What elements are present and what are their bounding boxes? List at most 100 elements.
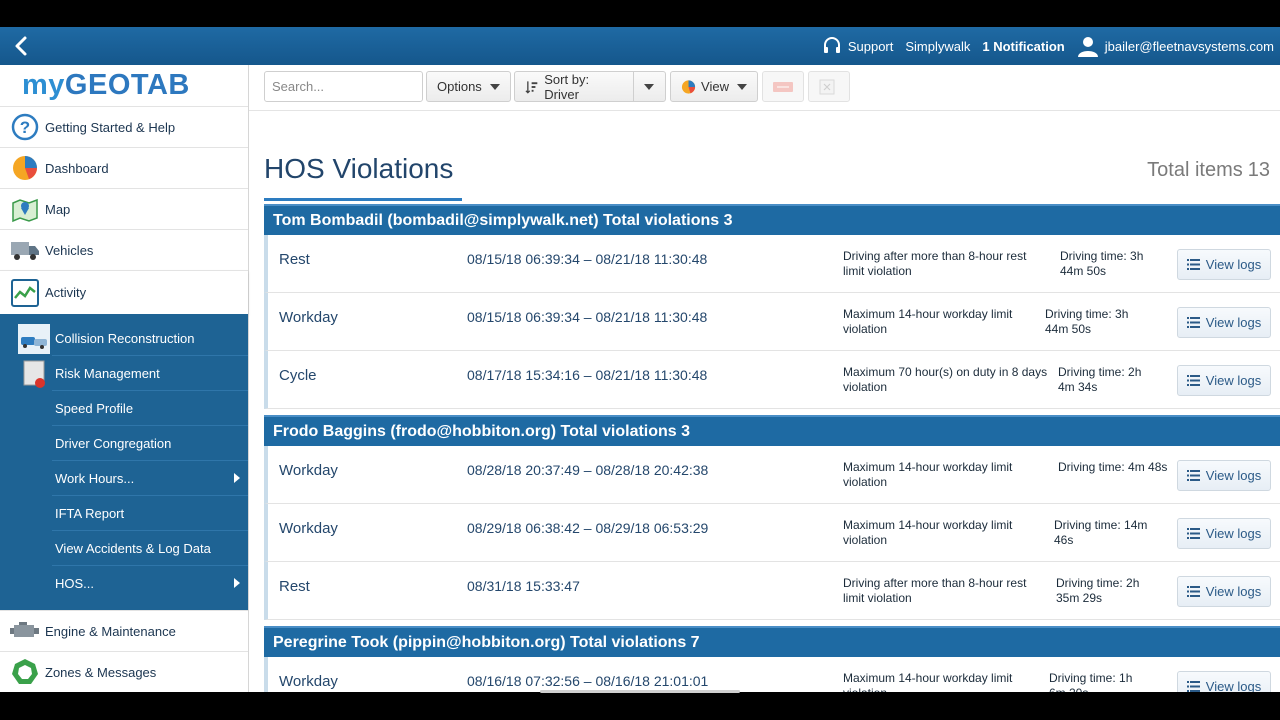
top-bar: Support Simplywalk 1 Notification jbaile… — [0, 27, 1280, 65]
view-logs-button[interactable]: View logs — [1177, 671, 1271, 692]
sort-icon — [525, 80, 538, 94]
submenu-item-work-hours[interactable]: Work Hours... — [0, 461, 248, 496]
view-logs-button[interactable]: View logs — [1177, 307, 1271, 338]
sidebar-item-map[interactable]: Map — [0, 188, 248, 229]
violation-type: Workday — [279, 309, 338, 326]
logo-geotab: GEOTAB — [64, 69, 190, 101]
list-icon — [1186, 681, 1200, 692]
submenu-item-speed-profile[interactable]: Speed Profile — [0, 391, 248, 426]
map-icon — [10, 194, 40, 224]
violation-row[interactable]: Workday 08/28/18 20:37:49 – 08/28/18 20:… — [264, 446, 1280, 504]
export-pdf-button[interactable] — [762, 71, 804, 102]
notifications-link[interactable]: 1 Notification — [982, 39, 1064, 54]
violation-dates: 08/17/18 15:34:16 – 08/21/18 11:30:48 — [467, 367, 708, 383]
top-right-menu: Support Simplywalk 1 Notification jbaile… — [810, 27, 1274, 65]
sidebar-item-label: Map — [45, 201, 71, 217]
sidebar-item-label: Getting Started & Help — [45, 119, 176, 135]
search-input[interactable] — [264, 71, 423, 102]
sidebar-item-label: Vehicles — [45, 242, 94, 258]
sidebar-item-label: Dashboard — [45, 160, 109, 176]
title-underline — [264, 198, 462, 201]
mygeotab-logo[interactable]: my GEOTAB — [0, 65, 248, 106]
violation-row[interactable]: Workday 08/29/18 06:38:42 – 08/29/18 06:… — [264, 504, 1280, 562]
sidebar-item-label: Engine & Maintenance — [45, 623, 176, 639]
list-icon — [1186, 375, 1200, 386]
app-window: Support Simplywalk 1 Notification jbaile… — [0, 27, 1280, 692]
list-icon — [1186, 528, 1200, 539]
list-icon — [1186, 470, 1200, 481]
view-label: View — [701, 79, 729, 94]
violation-type: Rest — [279, 578, 310, 595]
submenu-item-ifta-report[interactable]: IFTA Report — [0, 496, 248, 531]
submenu-item-label: Driver Congregation — [55, 436, 172, 451]
view-logs-label: View logs — [1205, 584, 1262, 599]
violation-description: Maximum 14-hour workday limit violation — [843, 307, 1013, 336]
chevron-right-icon — [234, 578, 240, 588]
submenu-item-label: HOS... — [55, 576, 95, 591]
database-link[interactable]: Simplywalk — [905, 39, 970, 54]
sidebar-item-dashboard[interactable]: Dashboard — [0, 147, 248, 188]
driver-group-title: Tom Bombadil (bombadil@simplywalk.net) T… — [273, 211, 733, 229]
sidebar-item-activity[interactable]: Activity — [0, 270, 248, 314]
violation-row[interactable]: Cycle 08/17/18 15:34:16 – 08/21/18 11:30… — [264, 351, 1280, 409]
options-button[interactable]: Options — [426, 71, 511, 102]
view-logs-button[interactable]: View logs — [1177, 576, 1271, 607]
svg-text:?: ? — [20, 118, 30, 137]
submenu-item-label: IFTA Report — [55, 506, 125, 521]
driving-time: Driving time: 3h 44m 50s — [1060, 249, 1144, 278]
view-logs-label: View logs — [1205, 526, 1262, 541]
driver-group-header[interactable]: Peregrine Took (pippin@hobbiton.org) Tot… — [264, 626, 1280, 657]
view-logs-button[interactable]: View logs — [1177, 460, 1271, 491]
violation-row[interactable]: Workday 08/16/18 07:32:56 – 08/16/18 21:… — [264, 657, 1280, 692]
sort-label: Sort by: Driver — [544, 71, 590, 102]
submenu-item-driver-congregation[interactable]: Driver Congregation — [0, 426, 248, 461]
zones-icon — [10, 657, 40, 687]
submenu-item-label: Risk Management — [55, 366, 160, 381]
user-menu[interactable]: jbailer@fleetnavsystems.com — [1077, 35, 1274, 57]
list-icon — [1186, 317, 1200, 328]
user-icon — [1077, 37, 1098, 57]
violation-row[interactable]: Workday 08/15/18 06:39:34 – 08/21/18 11:… — [264, 293, 1280, 351]
activity-chart-icon — [10, 278, 40, 308]
driving-time: Driving time: 2h 4m 34s — [1058, 365, 1142, 394]
home-indicator[interactable] — [540, 690, 740, 693]
violation-type: Workday — [279, 462, 338, 479]
risk-icon — [18, 359, 50, 389]
violation-description: Driving after more than 8-hour rest limi… — [843, 249, 1027, 278]
sidebar-item-vehicles[interactable]: Vehicles — [0, 229, 248, 270]
sort-direction-button[interactable] — [633, 71, 666, 102]
view-button[interactable]: View — [670, 71, 758, 102]
support-link[interactable]: Support — [822, 37, 893, 55]
view-logs-button[interactable]: View logs — [1177, 365, 1271, 396]
violation-description: Maximum 70 hour(s) on duty in 8 days vio… — [843, 365, 1048, 394]
sidebar-item-label: Zones & Messages — [45, 664, 157, 680]
sidebar-item-zones-messages[interactable]: Zones & Messages — [0, 651, 248, 692]
chevron-down-icon — [644, 83, 654, 90]
main-content: Options Sort by: Driver View HOS V — [249, 65, 1280, 692]
submenu-item-collision-reconstruction[interactable]: Collision Reconstruction — [0, 321, 248, 356]
violation-row[interactable]: Rest 08/15/18 06:39:34 – 08/21/18 11:30:… — [264, 235, 1280, 293]
violation-dates: 08/28/18 20:37:49 – 08/28/18 20:42:38 — [467, 462, 709, 478]
driver-group-header[interactable]: Tom Bombadil (bombadil@simplywalk.net) T… — [264, 204, 1280, 235]
violation-dates: 08/29/18 06:38:42 – 08/29/18 06:53:29 — [467, 520, 709, 536]
sidebar-item-getting-started[interactable]: ? Getting Started & Help — [0, 106, 248, 147]
violation-type: Rest — [279, 251, 310, 268]
submenu-item-hos[interactable]: HOS... — [0, 566, 248, 601]
sort-button[interactable]: Sort by: Driver — [514, 71, 634, 102]
driver-group-title: Frodo Baggins (frodo@hobbiton.org) Total… — [273, 422, 691, 440]
back-arrow-icon[interactable] — [10, 34, 34, 58]
view-logs-button[interactable]: View logs — [1177, 249, 1271, 280]
view-logs-label: View logs — [1205, 315, 1262, 330]
view-logs-button[interactable]: View logs — [1177, 518, 1271, 549]
submenu-item-risk-management[interactable]: Risk Management — [0, 356, 248, 391]
violation-description: Maximum 14-hour workday limit violation — [843, 460, 1013, 489]
sidebar-item-engine-maintenance[interactable]: Engine & Maintenance — [0, 610, 248, 651]
violation-row[interactable]: Rest 08/31/18 15:33:47 Driving after mor… — [264, 562, 1280, 620]
submenu-item-label: Collision Reconstruction — [55, 331, 195, 346]
submenu-item-view-accidents[interactable]: View Accidents & Log Data — [0, 531, 248, 566]
excel-icon — [819, 79, 835, 94]
violation-dates: 08/15/18 06:39:34 – 08/21/18 11:30:48 — [467, 309, 708, 325]
export-excel-button[interactable] — [808, 71, 850, 102]
driver-group-header[interactable]: Frodo Baggins (frodo@hobbiton.org) Total… — [264, 415, 1280, 446]
collision-icon — [18, 324, 50, 354]
